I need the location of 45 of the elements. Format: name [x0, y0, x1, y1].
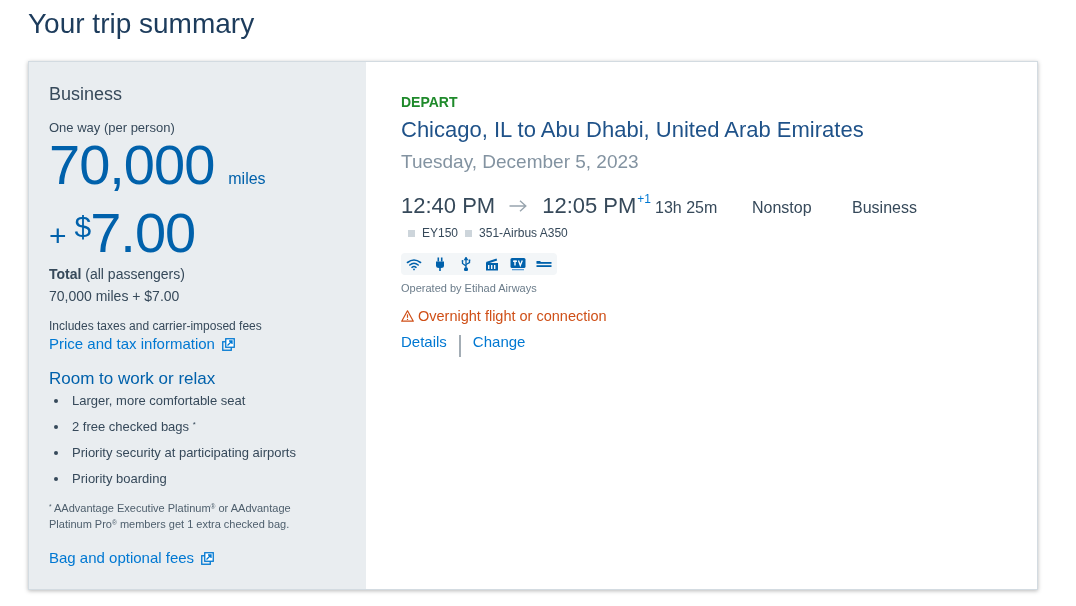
- operator-text: Operated by Etihad Airways: [401, 281, 537, 295]
- aircraft-type: 351-Airbus A350: [479, 226, 568, 240]
- external-link-icon: [201, 551, 215, 565]
- flight-date: Tuesday, December 5, 2023: [401, 150, 639, 174]
- miles-amount: 70,000: [49, 137, 215, 193]
- arrival-time: 12:05 PM$^{+1}$: [542, 191, 652, 220]
- bullet-icon: [54, 425, 58, 429]
- warning-icon: [401, 310, 414, 322]
- external-link-icon: [221, 337, 235, 351]
- change-link[interactable]: Change: [472, 332, 526, 352]
- bag-fees-link[interactable]: Bag and optional fees: [49, 548, 215, 568]
- benefits-heading: Room to work or relax: [49, 368, 216, 390]
- benefit-text: 2 free checked bags $^{*}$: [72, 418, 196, 436]
- details-link[interactable]: Details: [401, 332, 447, 352]
- route-title: Chicago, IL to Abu Dhabi, United Arab Emirates: [401, 116, 864, 144]
- clapperboard-icon: [484, 257, 500, 271]
- fare-cabin: Business: [49, 83, 123, 106]
- miles-unit: miles: [228, 170, 266, 188]
- flight-duration: 13h 25m: [655, 199, 718, 217]
- page-title: Your trip summary: [28, 7, 255, 41]
- benefit-text: Priority security at participating airports: [72, 444, 296, 462]
- fees-note: Includes taxes and carrier-imposed fees: [49, 318, 262, 334]
- flight-number: EY150: [422, 226, 459, 240]
- price-info-link[interactable]: Price and tax information: [49, 334, 235, 354]
- bullet-icon: [54, 477, 58, 481]
- arrow-right-icon: [509, 200, 528, 212]
- departure-time: 12:40 PM: [401, 192, 496, 220]
- total-value: 70,000 miles + $7.00: [49, 287, 180, 306]
- wifi-icon: [406, 257, 422, 271]
- cabin-label: Business: [852, 199, 917, 217]
- plus-sign: +: [49, 221, 67, 251]
- tv-icon: [510, 257, 526, 271]
- square-marker-icon: [408, 229, 415, 237]
- trip-type: One way (per person): [49, 119, 175, 137]
- benefit-text: Priority boarding: [72, 470, 167, 488]
- square-marker-icon: [465, 229, 473, 237]
- bullet-icon: [54, 399, 58, 403]
- warning-text: Overnight flight or connection: [418, 308, 607, 324]
- total-label: Total (all passengers): [49, 265, 185, 284]
- bullet-icon: [54, 451, 58, 455]
- direction-label: DEPART: [401, 93, 458, 111]
- stops-label: Nonstop: [752, 199, 813, 217]
- cash-price: $^{$}$7.00: [74, 205, 196, 261]
- benefit-text: Larger, more comfortable seat: [72, 392, 246, 410]
- footnote-text: $^{*}$ AAdvantage Executive Platinum$^{®}$ or AAdvantage Platinum Pro$^{®}$ members get 1 extra checked bag.: [49, 501, 292, 532]
